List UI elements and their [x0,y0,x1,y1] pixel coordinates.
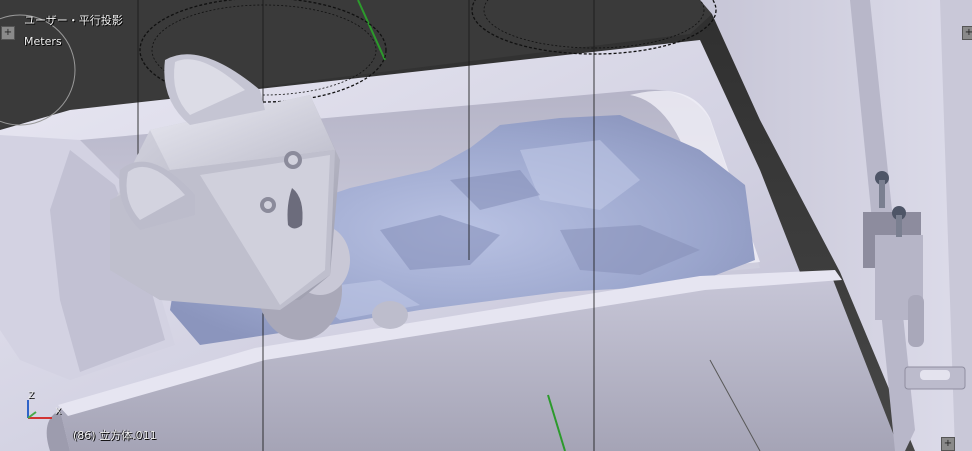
viewport-split-widget-top-right[interactable]: + [962,26,972,40]
viewport-split-widget-top-left[interactable]: + [1,26,15,40]
viewport-split-widget-bottom-right[interactable]: + [941,437,955,451]
axis-orientation-widget: Z X [14,390,64,426]
axis-x-label: X [55,407,62,417]
view-name-label: ユーザー・平行投影 [24,14,123,27]
axis-z-label: Z [28,391,35,401]
units-label: Meters [24,35,62,48]
3d-viewport[interactable]: + + + ユーザー・平行投影 Meters (86) 立方体.011 Z X [0,0,972,451]
active-object-info: (86) 立方体.011 [73,429,157,442]
scene-render[interactable] [0,0,972,451]
